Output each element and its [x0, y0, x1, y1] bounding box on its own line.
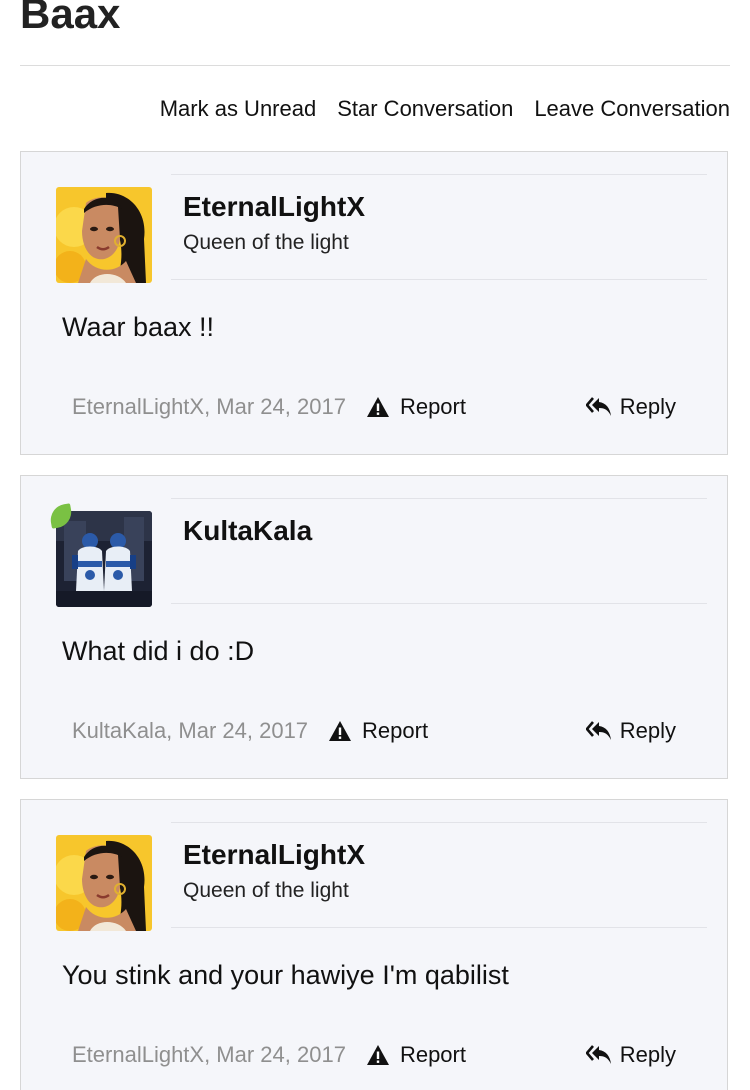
- reply-label: Reply: [619, 1042, 676, 1067]
- message-body: Waar baax !!: [62, 312, 215, 342]
- username[interactable]: EternalLightX: [183, 191, 365, 223]
- conversation-actions: Mark as Unread Star Conversation Leave C…: [160, 94, 730, 124]
- message-footer: KultaKala, Mar 24, 2017 Report Reply: [72, 716, 676, 746]
- title-divider: [20, 65, 730, 66]
- reply-button[interactable]: Reply: [585, 394, 676, 420]
- report-label: Report: [399, 1042, 466, 1067]
- user-info: KultaKala: [171, 498, 707, 604]
- avatar[interactable]: [56, 187, 152, 283]
- message: KultaKala What did i do :D KultaKala, Ma…: [20, 475, 728, 779]
- avatar[interactable]: [56, 835, 152, 931]
- avatar-image: [56, 511, 152, 607]
- avatar-image: [56, 187, 152, 283]
- username[interactable]: KultaKala: [183, 515, 312, 547]
- reply-button[interactable]: Reply: [585, 718, 676, 744]
- message-footer: EternalLightX, Mar 24, 2017 Report Reply: [72, 392, 676, 422]
- warning-triangle-icon: [366, 396, 390, 418]
- message-body: You stink and your hawiye I'm qabilist: [62, 960, 509, 990]
- user-title: Queen of the light: [183, 231, 349, 254]
- user-info: EternalLightX Queen of the light: [171, 822, 707, 928]
- warning-triangle-icon: [366, 1044, 390, 1066]
- star-conversation-link[interactable]: Star Conversation: [337, 94, 513, 124]
- warning-triangle-icon: [328, 720, 352, 742]
- message: EternalLightX Queen of the light You sti…: [20, 799, 728, 1090]
- message: EternalLightX Queen of the light Waar ba…: [20, 151, 728, 455]
- reply-all-arrow-icon: [585, 1044, 612, 1066]
- report-label: Report: [399, 394, 466, 419]
- reply-label: Reply: [619, 394, 676, 419]
- reply-button[interactable]: Reply: [585, 1042, 676, 1068]
- page-title: Baax: [20, 0, 121, 37]
- message-meta[interactable]: EternalLightX, Mar 24, 2017: [72, 394, 346, 420]
- message-meta[interactable]: KultaKala, Mar 24, 2017: [72, 718, 308, 744]
- avatar-image: [56, 835, 152, 931]
- user-title: Queen of the light: [183, 879, 349, 902]
- reply-all-arrow-icon: [585, 396, 612, 418]
- report-button[interactable]: Report: [366, 394, 466, 420]
- message-meta[interactable]: EternalLightX, Mar 24, 2017: [72, 1042, 346, 1068]
- user-info: EternalLightX Queen of the light: [171, 174, 707, 280]
- message-body: What did i do :D: [62, 636, 255, 666]
- report-button[interactable]: Report: [328, 718, 428, 744]
- message-footer: EternalLightX, Mar 24, 2017 Report Reply: [72, 1040, 676, 1070]
- reply-label: Reply: [619, 718, 676, 743]
- avatar[interactable]: [56, 511, 152, 607]
- report-button[interactable]: Report: [366, 1042, 466, 1068]
- mark-unread-link[interactable]: Mark as Unread: [160, 94, 317, 124]
- reply-all-arrow-icon: [585, 720, 612, 742]
- conversation-page: Baax Mark as Unread Star Conversation Le…: [0, 0, 750, 1090]
- report-label: Report: [362, 718, 429, 743]
- leave-conversation-link[interactable]: Leave Conversation: [534, 94, 730, 124]
- username[interactable]: EternalLightX: [183, 839, 365, 871]
